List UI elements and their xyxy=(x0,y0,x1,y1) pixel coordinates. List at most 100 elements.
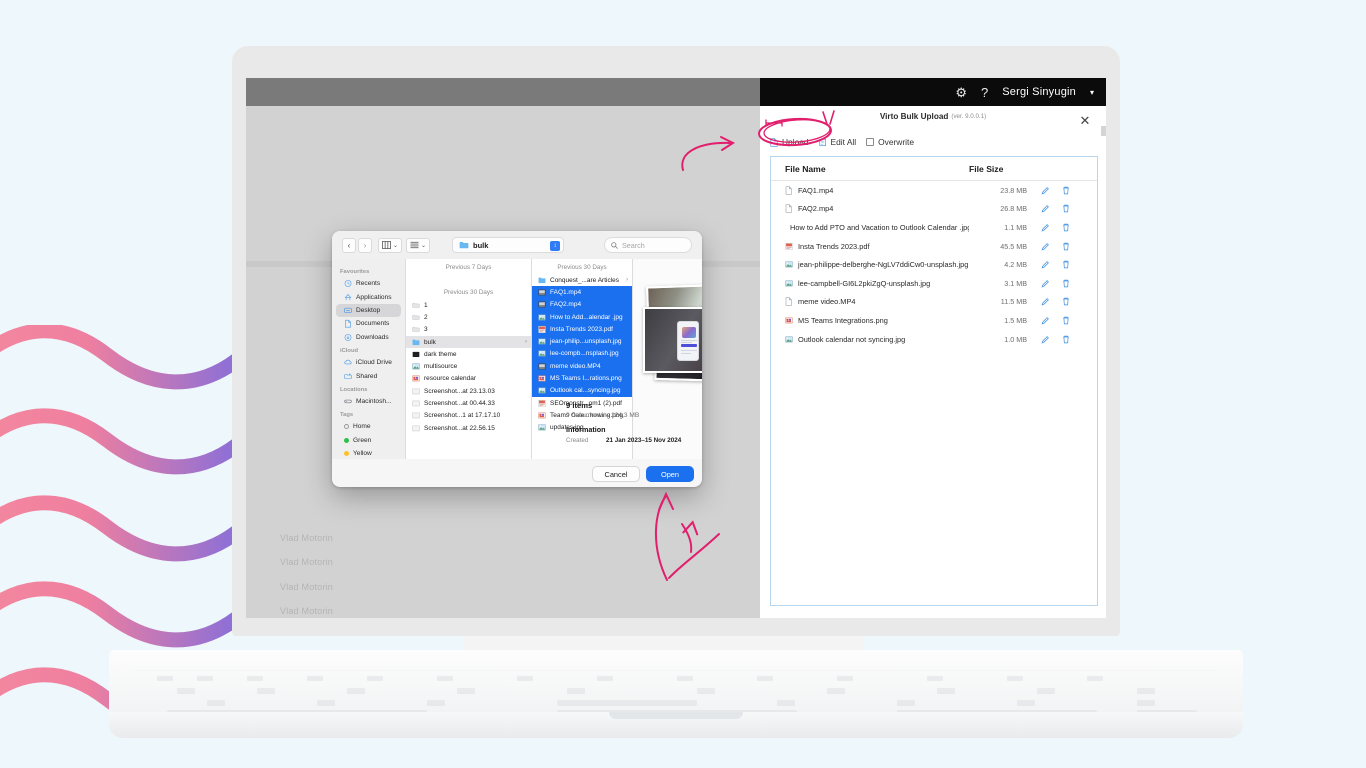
trash-icon[interactable] xyxy=(1062,279,1070,288)
png-file-icon xyxy=(538,374,546,383)
sidebar-item-green[interactable]: Green xyxy=(336,434,401,447)
cancel-button[interactable]: Cancel xyxy=(592,466,640,482)
pdf-file-icon xyxy=(785,242,793,251)
list-item-label: MS Teams I...rations.png xyxy=(550,375,622,382)
laptop-hinge xyxy=(464,636,864,650)
sidebar-item-documents[interactable]: Documents xyxy=(336,317,401,330)
preview-info: 9 items 9 documents – 124,3 MB Informati… xyxy=(566,401,698,444)
sidebar-item-recents[interactable]: Recents xyxy=(336,277,401,290)
chevron-down-icon[interactable]: ▾ xyxy=(1090,88,1094,97)
file-size-cell: 45.5 MB xyxy=(969,242,1041,251)
trash-icon[interactable] xyxy=(1062,204,1070,213)
sidebar-item-shared[interactable]: Shared xyxy=(336,369,401,382)
laptop-front-notch xyxy=(609,712,743,719)
pencil-icon[interactable] xyxy=(1041,242,1050,251)
file-size-cell: 1.0 MB xyxy=(969,335,1041,344)
list-item[interactable]: jean-philip...unsplash.jpg xyxy=(532,335,632,347)
group-mode-button[interactable]: ⌄ xyxy=(406,238,430,253)
file-name-cell: lee-campbell-GI6L2pkiZgQ-unsplash.jpg xyxy=(777,279,969,288)
edit-all-button[interactable]: Edit All xyxy=(819,137,857,147)
search-input[interactable]: Search xyxy=(604,237,692,253)
path-dropdown[interactable]: bulk ↕ xyxy=(452,237,564,253)
list-item-label: bulk xyxy=(424,339,436,346)
table-row[interactable]: FAQ1.mp4 23.8 MB xyxy=(771,181,1097,200)
table-row[interactable]: Outlook calendar not syncing.jpg 1.0 MB xyxy=(771,330,1097,349)
list-item[interactable]: dark theme xyxy=(406,348,531,360)
background-row: Vlad Motorin xyxy=(266,550,566,574)
sidebar-item-icloud-drive[interactable]: iCloud Drive xyxy=(336,356,401,369)
list-item-label: dark theme xyxy=(424,351,457,358)
pencil-icon[interactable] xyxy=(1041,223,1050,232)
path-stepper-icon[interactable]: ↕ xyxy=(550,241,560,251)
list-item[interactable]: FAQ1.mp4 xyxy=(532,286,632,298)
list-item[interactable]: Screenshot...at 00.44.33 xyxy=(406,397,531,409)
sidebar-item-yellow[interactable]: Yellow xyxy=(336,447,401,459)
table-row[interactable]: How to Add PTO and Vacation to Outlook C… xyxy=(771,218,1097,237)
pencil-icon[interactable] xyxy=(1041,335,1050,344)
table-row[interactable]: Insta Trends 2023.pdf 45.5 MB xyxy=(771,237,1097,256)
list-item-label: Outlook cal...syncing.jpg xyxy=(550,387,620,394)
pencil-icon[interactable] xyxy=(1041,279,1050,288)
trash-icon[interactable] xyxy=(1062,260,1070,269)
list-item-label: 1 xyxy=(424,302,428,309)
close-icon[interactable]: ✕ xyxy=(1078,114,1092,128)
png-file-icon xyxy=(412,374,420,383)
list-item[interactable]: Conquest_...are Articles › xyxy=(532,274,632,286)
forward-button[interactable]: › xyxy=(358,238,372,253)
list-item[interactable]: lee-compb...nsplash.jpg xyxy=(532,348,632,360)
list-item[interactable]: Screenshot...1 at 17.17.10 xyxy=(406,410,531,422)
sidebar-item-home[interactable]: Home xyxy=(336,420,401,433)
list-item[interactable]: meme video.MP4 xyxy=(532,360,632,372)
sidebar-section-header: Locations xyxy=(332,383,405,395)
overwrite-checkbox[interactable]: Overwrite xyxy=(866,137,914,147)
file-size-cell: 4.2 MB xyxy=(969,260,1041,269)
sidebar-item-applications[interactable]: Applications xyxy=(336,290,401,303)
list-item[interactable]: 1 xyxy=(406,299,531,311)
file-name-cell: meme video.MP4 xyxy=(777,297,969,306)
preview-phone xyxy=(677,321,699,361)
pencil-icon[interactable] xyxy=(1041,316,1050,325)
sidebar-item-macintosh[interactable]: Macintosh... xyxy=(336,395,401,408)
table-row[interactable]: FAQ2.mp4 26.8 MB xyxy=(771,200,1097,219)
cloud-icon xyxy=(344,358,352,367)
list-item[interactable]: Outlook cal...syncing.jpg xyxy=(532,385,632,397)
list-item[interactable]: Screenshot...at 23.13.03 xyxy=(406,385,531,397)
sidebar-item-label: iCloud Drive xyxy=(356,359,392,366)
sidebar-item-desktop[interactable]: Desktop xyxy=(336,304,401,317)
view-mode-button[interactable]: ⌄ xyxy=(378,238,402,253)
upload-button[interactable]: Upload xyxy=(770,137,809,147)
trash-icon[interactable] xyxy=(1062,186,1070,195)
list-item[interactable]: resource calendar xyxy=(406,373,531,385)
list-item[interactable]: multisource xyxy=(406,360,531,372)
trash-icon[interactable] xyxy=(1062,223,1070,232)
open-button[interactable]: Open xyxy=(646,466,694,482)
table-row[interactable]: meme video.MP4 11.5 MB xyxy=(771,293,1097,312)
list-item[interactable]: How to Add...alendar .jpg xyxy=(532,311,632,323)
gear-icon[interactable]: ⚙ xyxy=(955,86,967,99)
back-button[interactable]: ‹ xyxy=(342,238,356,253)
list-item[interactable]: 2 xyxy=(406,311,531,323)
trash-icon[interactable] xyxy=(1062,316,1070,325)
scrollbar[interactable] xyxy=(1101,126,1106,136)
list-item[interactable]: FAQ2.mp4 xyxy=(532,299,632,311)
list-item[interactable]: bulk › xyxy=(406,336,531,348)
sidebar-item-downloads[interactable]: Downloads xyxy=(336,331,401,344)
list-item[interactable]: Insta Trends 2023.pdf xyxy=(532,323,632,335)
table-row[interactable]: MS Teams Integrations.png 1.5 MB xyxy=(771,311,1097,330)
list-item[interactable]: 3 xyxy=(406,324,531,336)
table-row[interactable]: jean-philippe-delberghe-NgLV7ddiCw0-unsp… xyxy=(771,255,1097,274)
dialog-column-1: Previous 7 Days Previous 30 Days 1 2 3 b… xyxy=(405,259,531,459)
pencil-icon[interactable] xyxy=(1041,204,1050,213)
question-mark-icon[interactable]: ? xyxy=(981,86,988,99)
file-name-text: jean-philippe-delberghe-NgLV7ddiCw0-unsp… xyxy=(798,260,968,269)
table-row[interactable]: lee-campbell-GI6L2pkiZgQ-unsplash.jpg 3.… xyxy=(771,274,1097,293)
row-actions xyxy=(1041,204,1091,213)
trash-icon[interactable] xyxy=(1062,242,1070,251)
pencil-icon[interactable] xyxy=(1041,297,1050,306)
trash-icon[interactable] xyxy=(1062,335,1070,344)
pencil-icon[interactable] xyxy=(1041,260,1050,269)
list-item[interactable]: MS Teams I...rations.png xyxy=(532,372,632,384)
list-item[interactable]: Screenshot...at 22.56.15 xyxy=(406,422,531,434)
pencil-icon[interactable] xyxy=(1041,186,1050,195)
trash-icon[interactable] xyxy=(1062,297,1070,306)
